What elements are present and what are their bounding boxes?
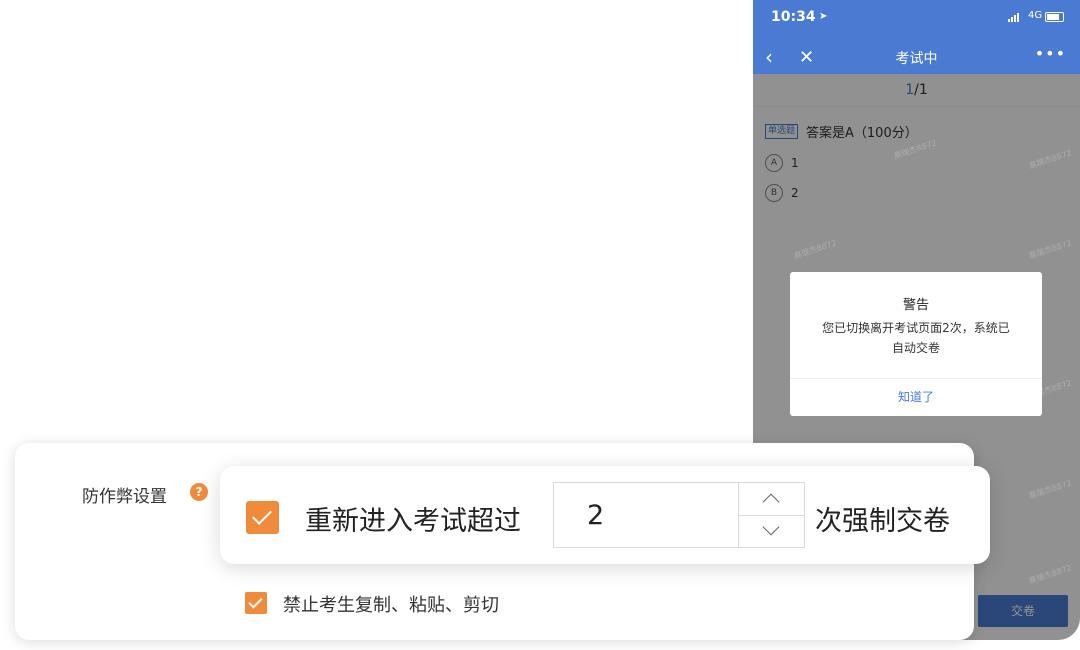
watermark: 高瑞杰8872	[792, 238, 838, 261]
watermark: 高瑞杰8872	[892, 138, 938, 161]
chevron-down-icon	[762, 518, 780, 536]
status-bar: 10:34 ➤ 4G	[753, 0, 1080, 42]
no-copy-label: 禁止考生复制、粘贴、剪切	[283, 595, 499, 616]
help-icon[interactable]: ?	[190, 483, 208, 501]
no-copy-checkbox[interactable]	[245, 592, 267, 614]
page-title: 考试中	[895, 51, 938, 67]
count-stepper	[738, 482, 805, 548]
location-arrow-icon: ➤	[819, 11, 828, 22]
reenter-checkbox[interactable]	[246, 501, 279, 534]
dialog-message-line: 自动交卷	[891, 341, 940, 355]
stepper-up-button[interactable]	[739, 483, 804, 516]
watermark: 高瑞杰8872	[1027, 563, 1073, 586]
dialog-message: 您已切换离开考试页面2次，系统已 自动交卷	[810, 318, 1022, 358]
more-icon[interactable]: •••	[1035, 44, 1066, 63]
dialog-divider	[790, 378, 1042, 379]
watermark: 高瑞杰8872	[1027, 478, 1073, 501]
dialog-ok-button[interactable]: 知道了	[790, 388, 1042, 405]
signal-icon	[1008, 12, 1019, 22]
reenter-count-input[interactable]: 2	[553, 482, 738, 548]
network-type: 4G	[1028, 10, 1043, 21]
dialog-message-line: 您已切换离开考试页面2次，系统已	[822, 321, 1010, 335]
chevron-up-icon	[762, 493, 780, 511]
warning-dialog: 警告 您已切换离开考试页面2次，系统已 自动交卷 知道了	[790, 272, 1042, 416]
status-time: 10:34	[771, 9, 816, 25]
watermark: 高瑞杰8872	[1027, 238, 1073, 261]
nav-bar: ‹ ✕ 考试中 •••	[753, 42, 1080, 74]
watermark: 高瑞杰8872	[1027, 148, 1073, 171]
stepper-down-button[interactable]	[739, 516, 804, 548]
battery-icon	[1045, 12, 1064, 22]
anti-cheat-label: 防作弊设置	[82, 487, 167, 507]
reenter-label: 重新进入考试超过	[305, 506, 521, 537]
dialog-title: 警告	[902, 298, 929, 313]
force-submit-label: 次强制交卷	[815, 506, 950, 537]
